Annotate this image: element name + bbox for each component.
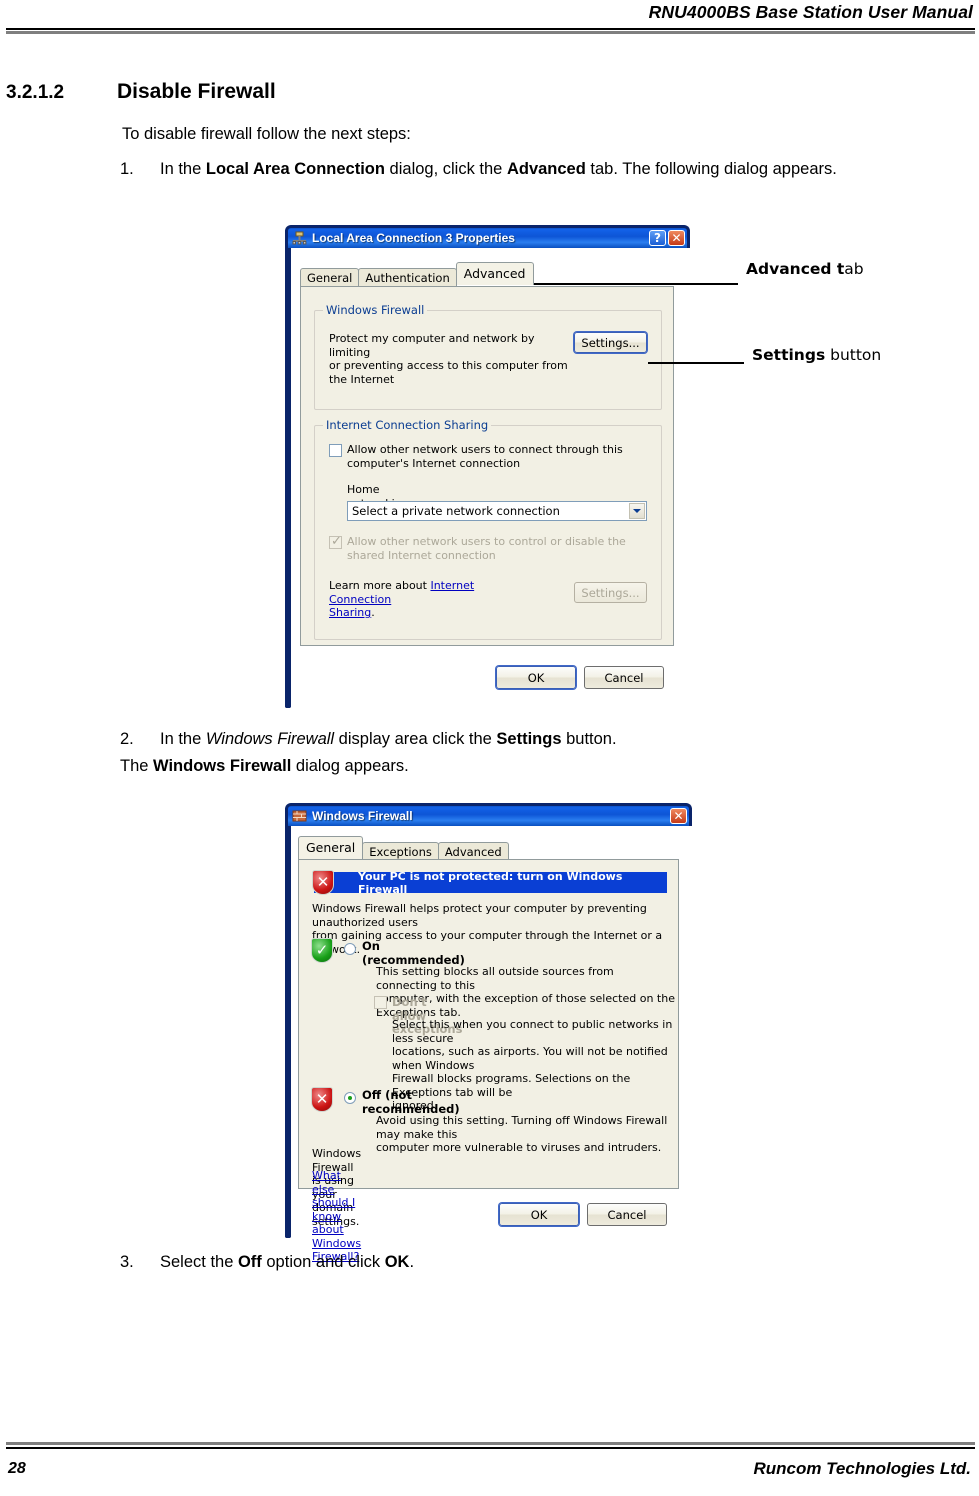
step-2-text: In the Windows Firewall display area cli… xyxy=(160,730,617,748)
footer-rule-thick xyxy=(6,1447,975,1449)
header-rule-grey xyxy=(6,31,975,34)
tab-advanced[interactable]: Advanced xyxy=(455,262,534,285)
firewall-warning-banner: Your PC is not protected: turn on Window… xyxy=(314,869,667,896)
page-header: RNU4000BS Base Station User Manual xyxy=(0,0,979,42)
annotation-settings-button: Settings button xyxy=(752,346,882,364)
section-intro: To disable firewall follow the next step… xyxy=(122,125,411,143)
step-3: 3. Select the Off option and click OK. xyxy=(120,1250,840,1275)
dialog1-body: General Authentication Advanced Windows … xyxy=(285,248,674,708)
step-3-text: Select the Off option and click OK. xyxy=(160,1253,415,1271)
allow-control-label: Allow other network users to control or … xyxy=(347,535,626,562)
firewall-warning-text: Your PC is not protected: turn on Window… xyxy=(358,869,623,896)
firewall-off-description: Avoid using this setting. Turning off Wi… xyxy=(376,1114,668,1154)
network-adapter-icon xyxy=(292,231,307,245)
home-networking-connection-select[interactable]: Select a private network connection xyxy=(347,501,647,521)
dialog1-tabstrip[interactable]: General Authentication Advanced xyxy=(300,262,534,287)
step-1-text: In the Local Area Connection dialog, cli… xyxy=(160,160,837,178)
firewall-off-radio[interactable] xyxy=(344,1092,356,1104)
dont-allow-exceptions-checkbox xyxy=(374,996,387,1009)
footer-rule-grey xyxy=(6,1442,975,1445)
dialog2-body: General Exceptions Advanced Your PC is n… xyxy=(285,826,679,1263)
local-area-connection-properties-dialog[interactable]: Local Area Connection 3 Properties ? ✕ G… xyxy=(285,225,690,708)
firewall-description: Protect my computer and network by limit… xyxy=(329,332,568,386)
tab-general[interactable]: General xyxy=(298,836,364,859)
ics-group-label: Internet Connection Sharing xyxy=(323,418,492,432)
firewall-on-radio[interactable] xyxy=(344,943,356,955)
step-2: 2. In the Windows Firewall display area … xyxy=(120,727,840,752)
tab-general[interactable]: General xyxy=(300,268,360,287)
header-rule-thick xyxy=(6,28,975,30)
allow-control-checkbox: ✓ xyxy=(329,534,342,549)
leader-line-settings-button xyxy=(648,362,744,364)
chevron-down-icon[interactable] xyxy=(629,503,645,519)
ics-settings-button: Settings... xyxy=(574,582,647,603)
step-1-number: 1. xyxy=(120,160,134,178)
page-number: 28 xyxy=(8,1460,26,1477)
leader-line-advanced-tab xyxy=(500,283,738,285)
firewall-off-label: Off (not recommended) xyxy=(362,1088,460,1116)
firewall-settings-button[interactable]: Settings... xyxy=(574,332,647,353)
ok-button[interactable]: OK xyxy=(496,666,576,689)
allow-connect-label: Allow other network users to connect thr… xyxy=(347,443,623,470)
close-icon[interactable]: ✕ xyxy=(668,230,685,246)
learn-more-text: Learn more about Internet Connection Sha… xyxy=(329,579,475,619)
radio-dot-icon xyxy=(348,1096,352,1100)
footer-company: Runcom Technologies Ltd. xyxy=(753,1459,971,1478)
windows-firewall-dialog[interactable]: Windows Firewall ✕ General Exceptions Ad… xyxy=(285,803,692,1263)
help-button[interactable]: ? xyxy=(649,230,666,246)
step-1: 1. In the Local Area Connection dialog, … xyxy=(120,157,975,182)
windows-firewall-group-label: Windows Firewall xyxy=(323,303,428,317)
check-icon: ✓ xyxy=(331,534,342,549)
cancel-button[interactable]: Cancel xyxy=(584,666,664,689)
annotation-advanced-tab: Advanced tab xyxy=(746,260,864,278)
ics-link-line2[interactable]: Sharing xyxy=(329,606,371,619)
home-networking-connection-value: Select a private network connection xyxy=(352,504,560,518)
tab-authentication[interactable]: Authentication xyxy=(358,268,457,287)
section-number: 3.2.1.2 xyxy=(6,82,65,103)
dialog1-title-bar[interactable]: Local Area Connection 3 Properties ? ✕ xyxy=(285,225,690,248)
dialog1-title: Local Area Connection 3 Properties xyxy=(312,231,515,245)
page-title: Disable Firewall xyxy=(117,80,276,103)
dialog2-title: Windows Firewall xyxy=(312,809,413,823)
cancel-button[interactable]: Cancel xyxy=(587,1203,667,1226)
allow-connect-checkbox[interactable] xyxy=(329,444,342,457)
dialog2-tabstrip[interactable]: General Exceptions Advanced xyxy=(298,836,509,861)
step-3-number: 3. xyxy=(120,1253,134,1271)
dialog2-title-bar[interactable]: Windows Firewall ✕ xyxy=(285,803,692,826)
firewall-on-label: On (recommended) xyxy=(362,939,465,967)
header-title: RNU4000BS Base Station User Manual xyxy=(648,2,973,22)
step-2-followup: The Windows Firewall dialog appears. xyxy=(120,757,409,775)
step-2-number: 2. xyxy=(120,730,134,748)
ok-button[interactable]: OK xyxy=(499,1203,579,1226)
close-icon[interactable]: ✕ xyxy=(670,808,687,824)
windows-firewall-icon xyxy=(292,809,307,823)
